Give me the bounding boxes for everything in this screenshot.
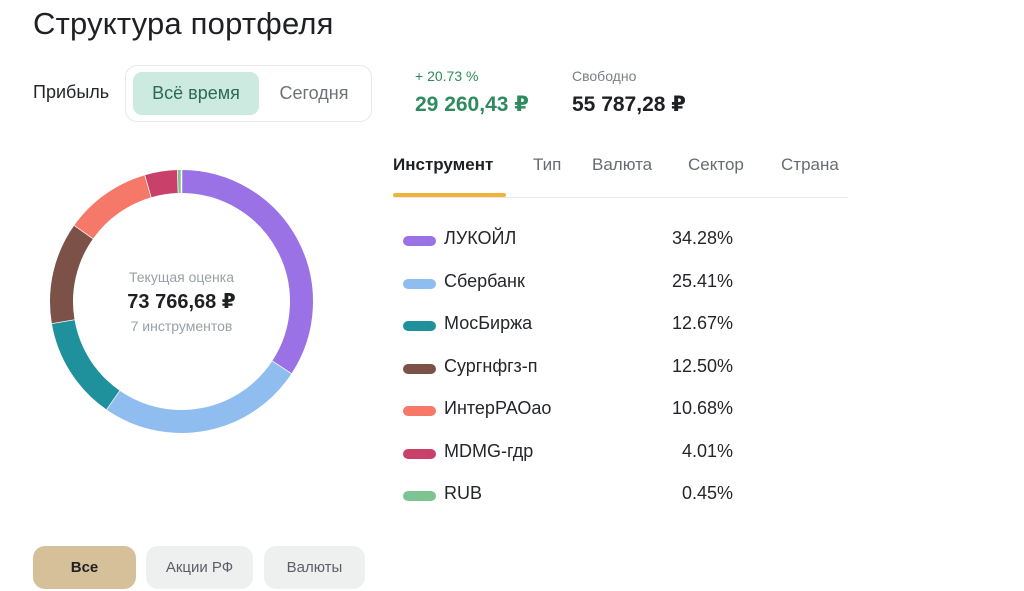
tab-sector[interactable]: Сектор [688,155,744,175]
period-today-button[interactable]: Сегодня [264,72,364,115]
profit-stat: + 20.73 % 29 260,43 ₽ [415,68,529,117]
legend-item-name: RUB [444,483,483,503]
legend-swatch [403,278,436,289]
legend-item-name: Сургнфгз-п [444,355,538,376]
legend-item-percent: 34.28% [671,228,733,248]
legend-swatch [403,236,436,246]
legend-swatch [403,321,436,331]
legend-item-percent: 10.68% [671,398,733,418]
valuation-value: 73 766,68 ₽ [127,291,236,313]
legend-swatch [403,448,436,459]
legend-item-name: ЛУКОЙЛ [444,228,517,248]
legend-item-percent: 25.41% [671,270,733,291]
filter-ru-stocks-button[interactable]: Акции РФ [146,546,253,589]
valuation-label: Текущая оценка [129,269,234,285]
grouping-tabs: Инструмент Тип Валюта Сектор Страна [393,155,848,198]
active-tab-indicator [393,193,506,197]
tab-country[interactable]: Страна [781,155,839,175]
legend-item-name: МосБиржа [444,313,533,333]
period-all-time-button[interactable]: Всё время [133,72,259,115]
holdings-legend: ЛУКОЙЛ 34.28% Сбербанк 25.41% МосБиржа 12.67%… [403,228,743,526]
legend-item-percent: 12.50% [671,355,733,376]
tab-type[interactable]: Тип [533,155,561,175]
legend-item-percent: 0.45% [681,483,733,503]
legend-item[interactable]: МосБиржа 12.67% [403,313,743,356]
filter-currencies-button[interactable]: Валюты [264,546,365,589]
legend-item[interactable]: Сбербанк 25.41% [403,271,743,314]
legend-item[interactable]: RUB 0.45% [403,483,743,526]
legend-item-percent: 12.67% [671,313,733,333]
tab-instrument[interactable]: Инструмент [393,155,493,175]
free-funds-stat: Свободно 55 787,28 ₽ [572,68,686,117]
legend-item-percent: 4.01% [681,440,733,461]
profit-percent: + 20.73 % [415,68,479,84]
profit-value: 29 260,43 ₽ [415,93,529,116]
legend-swatch [403,406,436,416]
legend-item-name: MDMG-гдр [444,440,534,461]
legend-swatch [403,363,436,374]
legend-item[interactable]: MDMG-гдр 4.01% [403,441,743,484]
legend-item-name: ИнтерРАОао [444,398,552,418]
portfolio-donut-chart: Текущая оценка 73 766,68 ₽ 7 инструменто… [47,167,316,436]
filter-all-button[interactable]: Все [33,546,136,589]
instrument-count: 7 инструментов [130,318,233,334]
legend-swatch [403,491,436,501]
free-funds-label: Свободно [572,68,637,84]
legend-item[interactable]: ИнтерРАОао 10.68% [403,398,743,441]
legend-item[interactable]: Сургнфгз-п 12.50% [403,356,743,399]
profit-label: Прибыль [33,82,110,102]
donut-center: Текущая оценка 73 766,68 ₽ 7 инструменто… [47,167,316,436]
period-switch: Всё время Сегодня [125,65,372,122]
legend-item-name: Сбербанк [444,270,525,291]
free-funds-value: 55 787,28 ₽ [572,93,686,116]
tab-currency[interactable]: Валюта [592,155,652,175]
page-title: Структура портфеля [33,6,334,41]
legend-item[interactable]: ЛУКОЙЛ 34.28% [403,228,743,271]
